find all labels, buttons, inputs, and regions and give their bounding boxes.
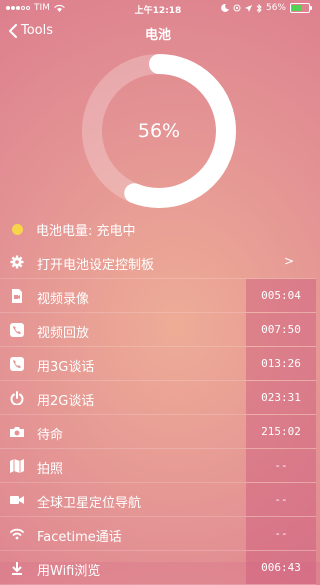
status-bar: TIM 上午12:18 56% — [0, 0, 316, 17]
list-item-label: Facetime通话 — [37, 530, 122, 545]
list-item-video-record: 视频录像 005:04 — [0, 279, 316, 313]
list-item-value: 005:04 — [246, 279, 316, 312]
list-item-video-playback: 视频回放 007:50 — [0, 313, 316, 347]
list-item-standby: 待命 215:02 — [0, 415, 316, 449]
phone-icon — [10, 357, 24, 371]
list-item-value: -- — [246, 517, 316, 550]
bluetooth-icon — [256, 3, 262, 13]
map-icon — [10, 459, 24, 473]
list-item-label: 用3G谈话 — [37, 360, 95, 375]
list-item-label: 用2G谈话 — [37, 394, 95, 409]
list-item-3g-talk: 用3G谈话 013:26 — [0, 347, 316, 381]
battery-status-label: 电池电量: 充电中 — [36, 224, 136, 239]
usage-list: 打开电池设定控制板 > 视频录像 005:04 视频回放 007:50 用3G谈… — [0, 245, 316, 585]
charging-dot — [12, 224, 23, 235]
chevron-right-icon: > — [283, 254, 294, 268]
list-item-wifi-browse: 用Wifi浏览 006:43 — [0, 551, 316, 585]
list-item-value: 023:31 — [246, 381, 316, 414]
location-icon — [244, 4, 252, 12]
power-icon — [10, 391, 24, 405]
settings-label: 打开电池设定控制板 — [37, 258, 155, 273]
list-item-value: 013:26 — [246, 347, 316, 380]
list-item-value: 215:02 — [246, 415, 316, 448]
status-right: 56% — [221, 3, 312, 13]
video-camera-icon — [10, 496, 24, 504]
gear-icon — [10, 255, 24, 269]
list-item-value: 006:43 — [246, 551, 316, 584]
list-item-facetime: Facetime通话 -- — [0, 517, 316, 551]
video-file-icon — [12, 289, 22, 303]
list-item-label: 全球卫星定位导航 — [37, 496, 142, 511]
list-item-photo: 拍照 -- — [0, 449, 316, 483]
battery-percent: 56% — [265, 3, 286, 13]
list-item-label: 待命 — [37, 428, 64, 443]
download-icon — [12, 562, 22, 575]
moon-icon — [221, 4, 229, 12]
list-item-value: 007:50 — [246, 313, 316, 346]
page-title: 电池 — [144, 28, 171, 43]
list-item-label: 视频回放 — [37, 326, 90, 341]
list-item-value: -- — [246, 483, 316, 516]
wifi-icon — [10, 528, 24, 540]
list-item-gps: 全球卫星定位导航 -- — [0, 483, 316, 517]
phone-icon — [10, 323, 24, 337]
nav-bar: Tools 电池 — [0, 17, 316, 47]
battery-icon — [290, 3, 312, 13]
list-item-label: 视频录像 — [37, 292, 90, 307]
camera-icon — [10, 427, 24, 437]
settings-row[interactable]: 打开电池设定控制板 > — [0, 245, 316, 279]
battery-fill — [292, 5, 301, 11]
list-item-label: 用Wifi浏览 — [37, 564, 101, 579]
battery-status: 电池电量: 充电中 — [12, 220, 136, 239]
gauge-percent-label: 56% — [137, 120, 181, 142]
list-item-2g-talk: 用2G谈话 023:31 — [0, 381, 316, 415]
rotation-lock-icon — [233, 4, 241, 12]
list-item-value: -- — [246, 449, 316, 482]
list-item-label: 拍照 — [37, 462, 64, 477]
